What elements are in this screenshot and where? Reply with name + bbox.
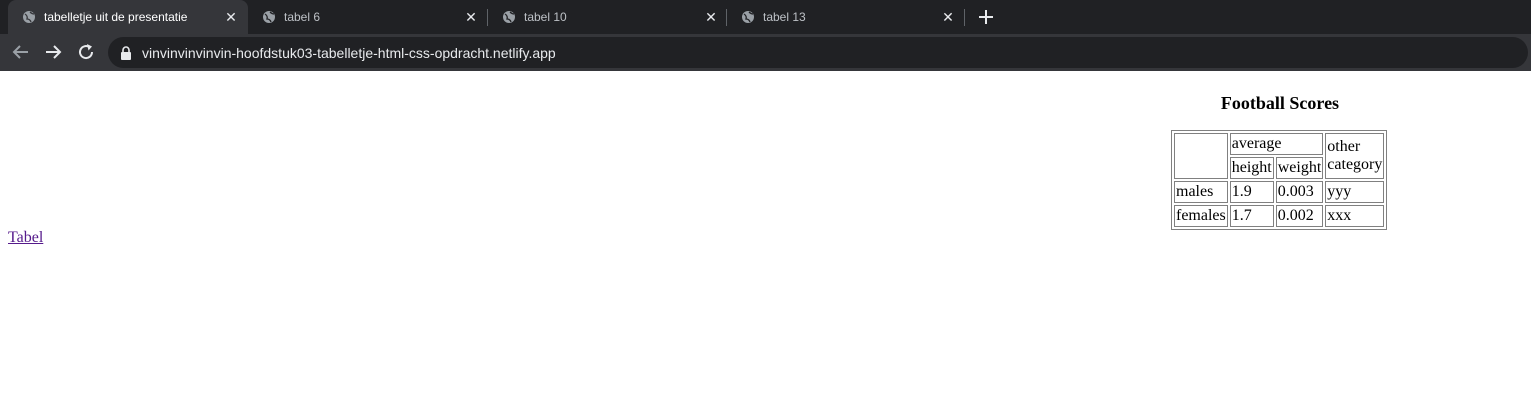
cell-other: yyy bbox=[1325, 181, 1385, 203]
lock-icon[interactable] bbox=[120, 46, 132, 60]
tab-strip: tabelletje uit de presentatie ✕ tabel 6 … bbox=[0, 0, 1531, 34]
tabel-link[interactable]: Tabel bbox=[8, 229, 43, 247]
globe-icon bbox=[23, 11, 35, 23]
close-icon[interactable]: ✕ bbox=[463, 9, 479, 25]
tab-tabel-6[interactable]: tabel 6 ✕ bbox=[248, 0, 488, 34]
table-caption: Football Scores bbox=[1220, 93, 1340, 113]
cell-other: xxx bbox=[1325, 205, 1385, 227]
football-scores-table: average other category height weight mal… bbox=[1171, 130, 1388, 230]
forward-arrow-icon[interactable] bbox=[43, 42, 63, 62]
cell-weight: 0.002 bbox=[1275, 205, 1324, 227]
globe-icon bbox=[742, 11, 754, 23]
header-average: average bbox=[1229, 133, 1324, 155]
cell-height: 1.7 bbox=[1229, 205, 1274, 227]
header-weight: weight bbox=[1275, 157, 1324, 179]
table-header-row: average other category bbox=[1174, 133, 1385, 179]
table-row: females 1.7 0.002 xxx bbox=[1174, 205, 1385, 227]
header-height: height bbox=[1229, 157, 1274, 179]
close-icon[interactable]: ✕ bbox=[223, 9, 239, 25]
tab-tabel-10[interactable]: tabel 10 ✕ bbox=[488, 0, 728, 34]
row-label: females bbox=[1174, 205, 1228, 227]
globe-icon bbox=[263, 11, 275, 23]
tab-title: tabel 13 bbox=[763, 10, 806, 24]
table-row: males 1.9 0.003 yyy bbox=[1174, 181, 1385, 203]
url-text: vinvinvinvinvin-hoofdstuk03-tabelletje-h… bbox=[142, 45, 556, 61]
reload-icon[interactable] bbox=[76, 42, 96, 62]
tab-tabel-13[interactable]: tabel 13 ✕ bbox=[727, 0, 965, 34]
row-label: males bbox=[1174, 181, 1228, 203]
close-icon[interactable]: ✕ bbox=[940, 9, 956, 25]
browser-toolbar: vinvinvinvinvin-hoofdstuk03-tabelletje-h… bbox=[0, 34, 1531, 71]
close-icon[interactable]: ✕ bbox=[703, 9, 719, 25]
header-other-category: other category bbox=[1325, 133, 1385, 179]
tab-title: tabelletje uit de presentatie bbox=[44, 10, 188, 24]
tab-divider bbox=[964, 9, 965, 26]
page-content: Tabel Football Scores average other cate… bbox=[0, 71, 1531, 410]
table-corner-cell bbox=[1174, 133, 1228, 179]
address-bar[interactable]: vinvinvinvinvin-hoofdstuk03-tabelletje-h… bbox=[108, 37, 1528, 68]
new-tab-plus-icon[interactable] bbox=[975, 6, 997, 28]
tab-tabelletje[interactable]: tabelletje uit de presentatie ✕ bbox=[8, 0, 248, 34]
cell-weight: 0.003 bbox=[1275, 181, 1324, 203]
back-arrow-icon[interactable] bbox=[11, 42, 31, 62]
globe-icon bbox=[503, 11, 515, 23]
tab-title: tabel 10 bbox=[524, 10, 567, 24]
tab-title: tabel 6 bbox=[284, 10, 321, 24]
cell-height: 1.9 bbox=[1229, 181, 1274, 203]
